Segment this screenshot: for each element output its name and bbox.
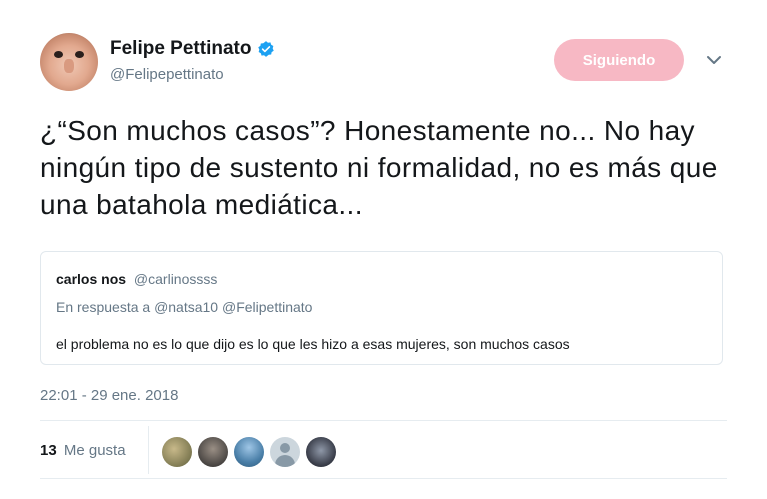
tweet-timestamp[interactable]: 22:01 - 29 ene. 2018 — [40, 387, 178, 404]
chevron-down-icon[interactable] — [704, 52, 724, 68]
liker-avatar[interactable] — [306, 437, 336, 467]
likers-list — [162, 437, 336, 467]
avatar[interactable] — [40, 33, 98, 91]
likes-stat[interactable]: 13 Me gusta — [40, 442, 126, 459]
following-button[interactable]: Siguiendo — [554, 39, 684, 81]
liker-avatar[interactable] — [198, 437, 228, 467]
reply-prefix: En respuesta a — [56, 299, 151, 315]
quoted-author-handle: @carlinossss — [133, 271, 218, 287]
verified-badge-icon — [258, 41, 275, 57]
avatar-eye — [54, 51, 63, 58]
quoted-reply-context: En respuesta a @natsa10 @Felipettinato — [56, 299, 312, 315]
reply-to-links[interactable]: @natsa10 @Felipettinato — [154, 299, 312, 315]
quoted-tweet[interactable]: carlos nos @carlinossss En respuesta a @… — [40, 251, 723, 365]
divider — [40, 420, 727, 421]
divider — [40, 478, 727, 479]
liker-avatar[interactable] — [162, 437, 192, 467]
default-avatar-icon[interactable] — [270, 437, 300, 467]
avatar-nose — [64, 59, 74, 73]
divider — [148, 426, 149, 474]
tweet-text: ¿“Son muchos casos”? Honestamente no... … — [40, 115, 718, 220]
quoted-tweet-text: el problema no es lo que dijo es lo que … — [56, 336, 570, 352]
author-row: Felipe Pettinato — [110, 38, 275, 60]
likes-label: Me gusta — [63, 442, 126, 459]
author-name[interactable]: Felipe Pettinato — [110, 38, 251, 60]
quoted-author-name: carlos nos — [56, 271, 127, 287]
avatar-eye — [75, 51, 84, 58]
quoted-author-row: carlos nos @carlinossss — [56, 271, 217, 287]
author-handle[interactable]: @Felipepettinato — [110, 66, 224, 83]
liker-avatar[interactable] — [234, 437, 264, 467]
likes-count: 13 — [40, 442, 57, 459]
